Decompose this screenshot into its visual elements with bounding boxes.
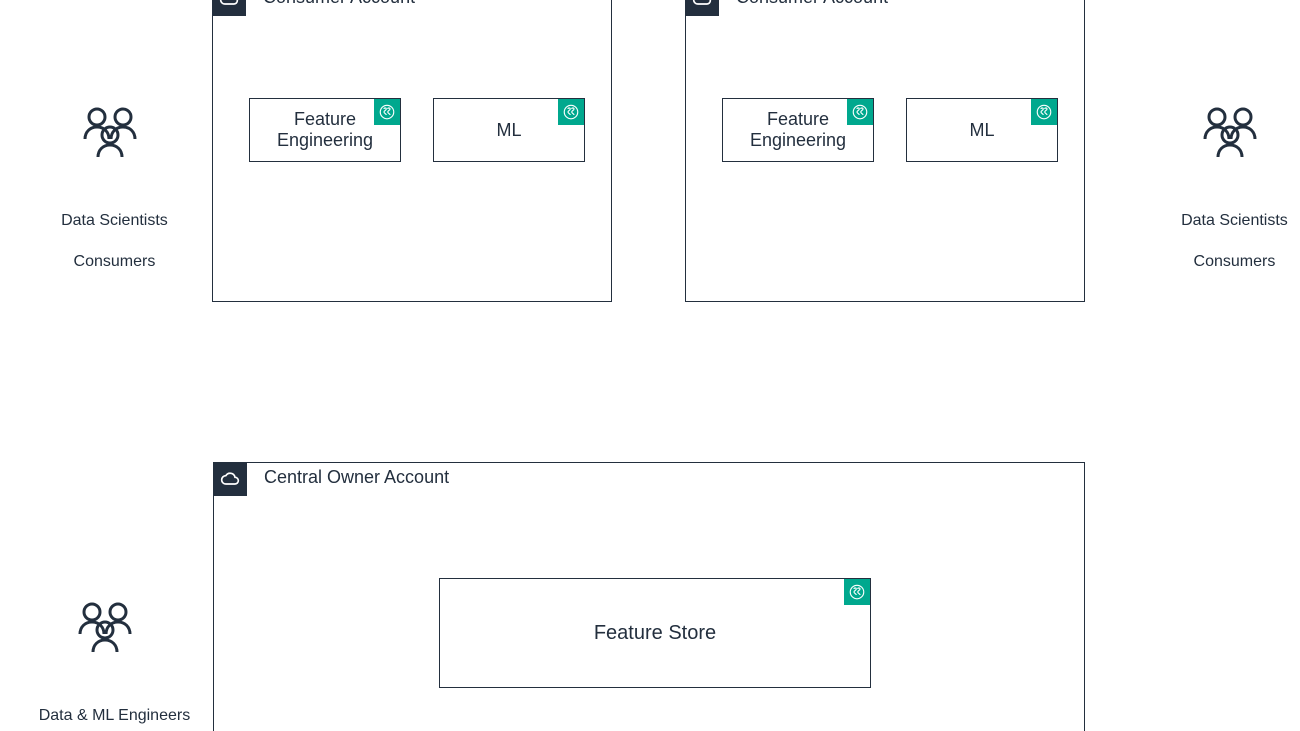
text: Data Scientists	[61, 212, 168, 229]
consumer-account-b: Consumer Account Feature Engineering ML	[685, 0, 1085, 302]
svc-label: Feature Store	[594, 622, 716, 645]
svc-label: Feature Engineering	[750, 109, 846, 151]
text: Consumers	[1194, 253, 1276, 270]
cloud-icon	[685, 0, 719, 16]
ml-box: ML	[433, 98, 585, 162]
brain-icon	[844, 579, 870, 605]
feature-engineering-box: Feature Engineering	[722, 98, 874, 162]
account-title: Consumer Account	[263, 0, 415, 8]
svc-label: ML	[496, 120, 521, 141]
user-label-left-top: Data Scientists Consumers	[40, 190, 180, 273]
text: Data Scientists	[1181, 212, 1288, 229]
central-owner-account: Central Owner Account Feature Store	[213, 462, 1085, 731]
brain-icon	[558, 99, 584, 125]
user-label-left-bottom: Data & ML Engineers Owners	[20, 685, 200, 731]
feature-engineering-box: Feature Engineering	[249, 98, 401, 162]
text: Consumers	[74, 253, 156, 270]
user-label-right-top: Data Scientists Consumers	[1160, 190, 1300, 273]
svc-label: ML	[969, 120, 994, 141]
cloud-icon	[213, 462, 247, 496]
account-title: Central Owner Account	[264, 467, 449, 488]
text: Data & ML Engineers	[39, 707, 190, 724]
users-icon	[75, 105, 145, 160]
cloud-icon	[212, 0, 246, 16]
users-icon	[70, 600, 140, 655]
feature-store-box: Feature Store	[439, 578, 871, 688]
svc-label: Feature Engineering	[277, 109, 373, 151]
ml-box: ML	[906, 98, 1058, 162]
brain-icon	[374, 99, 400, 125]
users-icon	[1195, 105, 1265, 160]
brain-icon	[1031, 99, 1057, 125]
account-title: Consumer Account	[736, 0, 888, 8]
brain-icon	[847, 99, 873, 125]
consumer-account-a: Consumer Account Feature Engineering ML	[212, 0, 612, 302]
